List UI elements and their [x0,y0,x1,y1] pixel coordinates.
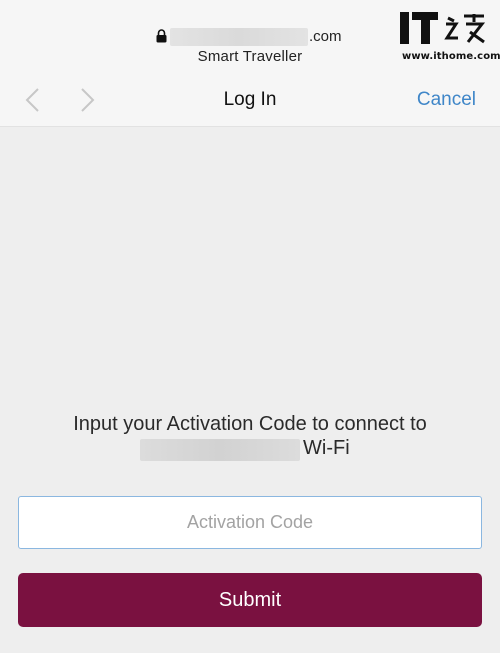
cancel-button[interactable]: Cancel [417,89,476,111]
activation-code-input[interactable] [18,496,482,549]
activation-prompt-line2: Wi-Fi [0,437,500,463]
browser-header: .com Smart Traveller Log In Cancel www.i… [0,0,500,127]
lock-icon [156,29,167,43]
redacted-network-name [140,439,300,461]
redacted-domain [170,28,308,46]
watermark: www.ithome.com [400,10,500,66]
domain-suffix: .com [309,28,342,45]
submit-button[interactable]: Submit [18,573,482,627]
wifi-label: Wi-Fi [303,437,350,459]
ithome-logo [400,12,486,44]
watermark-url: www.ithome.com [402,51,500,62]
main-content: Input your Activation Code to connect to… [0,127,500,653]
activation-prompt: Input your Activation Code to connect to [73,413,427,435]
